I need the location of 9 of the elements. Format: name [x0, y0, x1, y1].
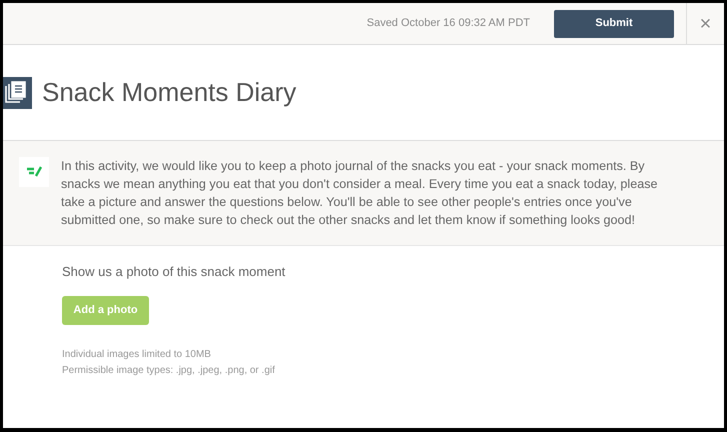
upload-note: Individual images limited to 10MB [62, 348, 212, 362]
close-button[interactable]: × [686, 3, 724, 44]
upload-note: Permissible image types: .jpg, .jpeg, .png, or .gif [62, 364, 276, 378]
page-title: Snack Moments Diary [42, 76, 296, 109]
question-prompt: Show us a photo of this snack moment [62, 263, 286, 281]
saved-status: Saved October 16 09:32 AM PDT [366, 16, 530, 32]
submit-button[interactable]: Submit [554, 10, 674, 38]
intro-paragraph: In this activity, we would like you to keep a photo journal of the snacks you eat - your snack moments. By snacks we mean anything you eat that you don't consider a meal. Every time you eat a snack today, please take a picture and answer the questions below. You'll be able to see other people's entries once you've submitted one, so make sure to check out the other snacks and let them know if something looks good! [61, 158, 659, 229]
add-photo-button[interactable]: Add a photo [62, 296, 149, 324]
